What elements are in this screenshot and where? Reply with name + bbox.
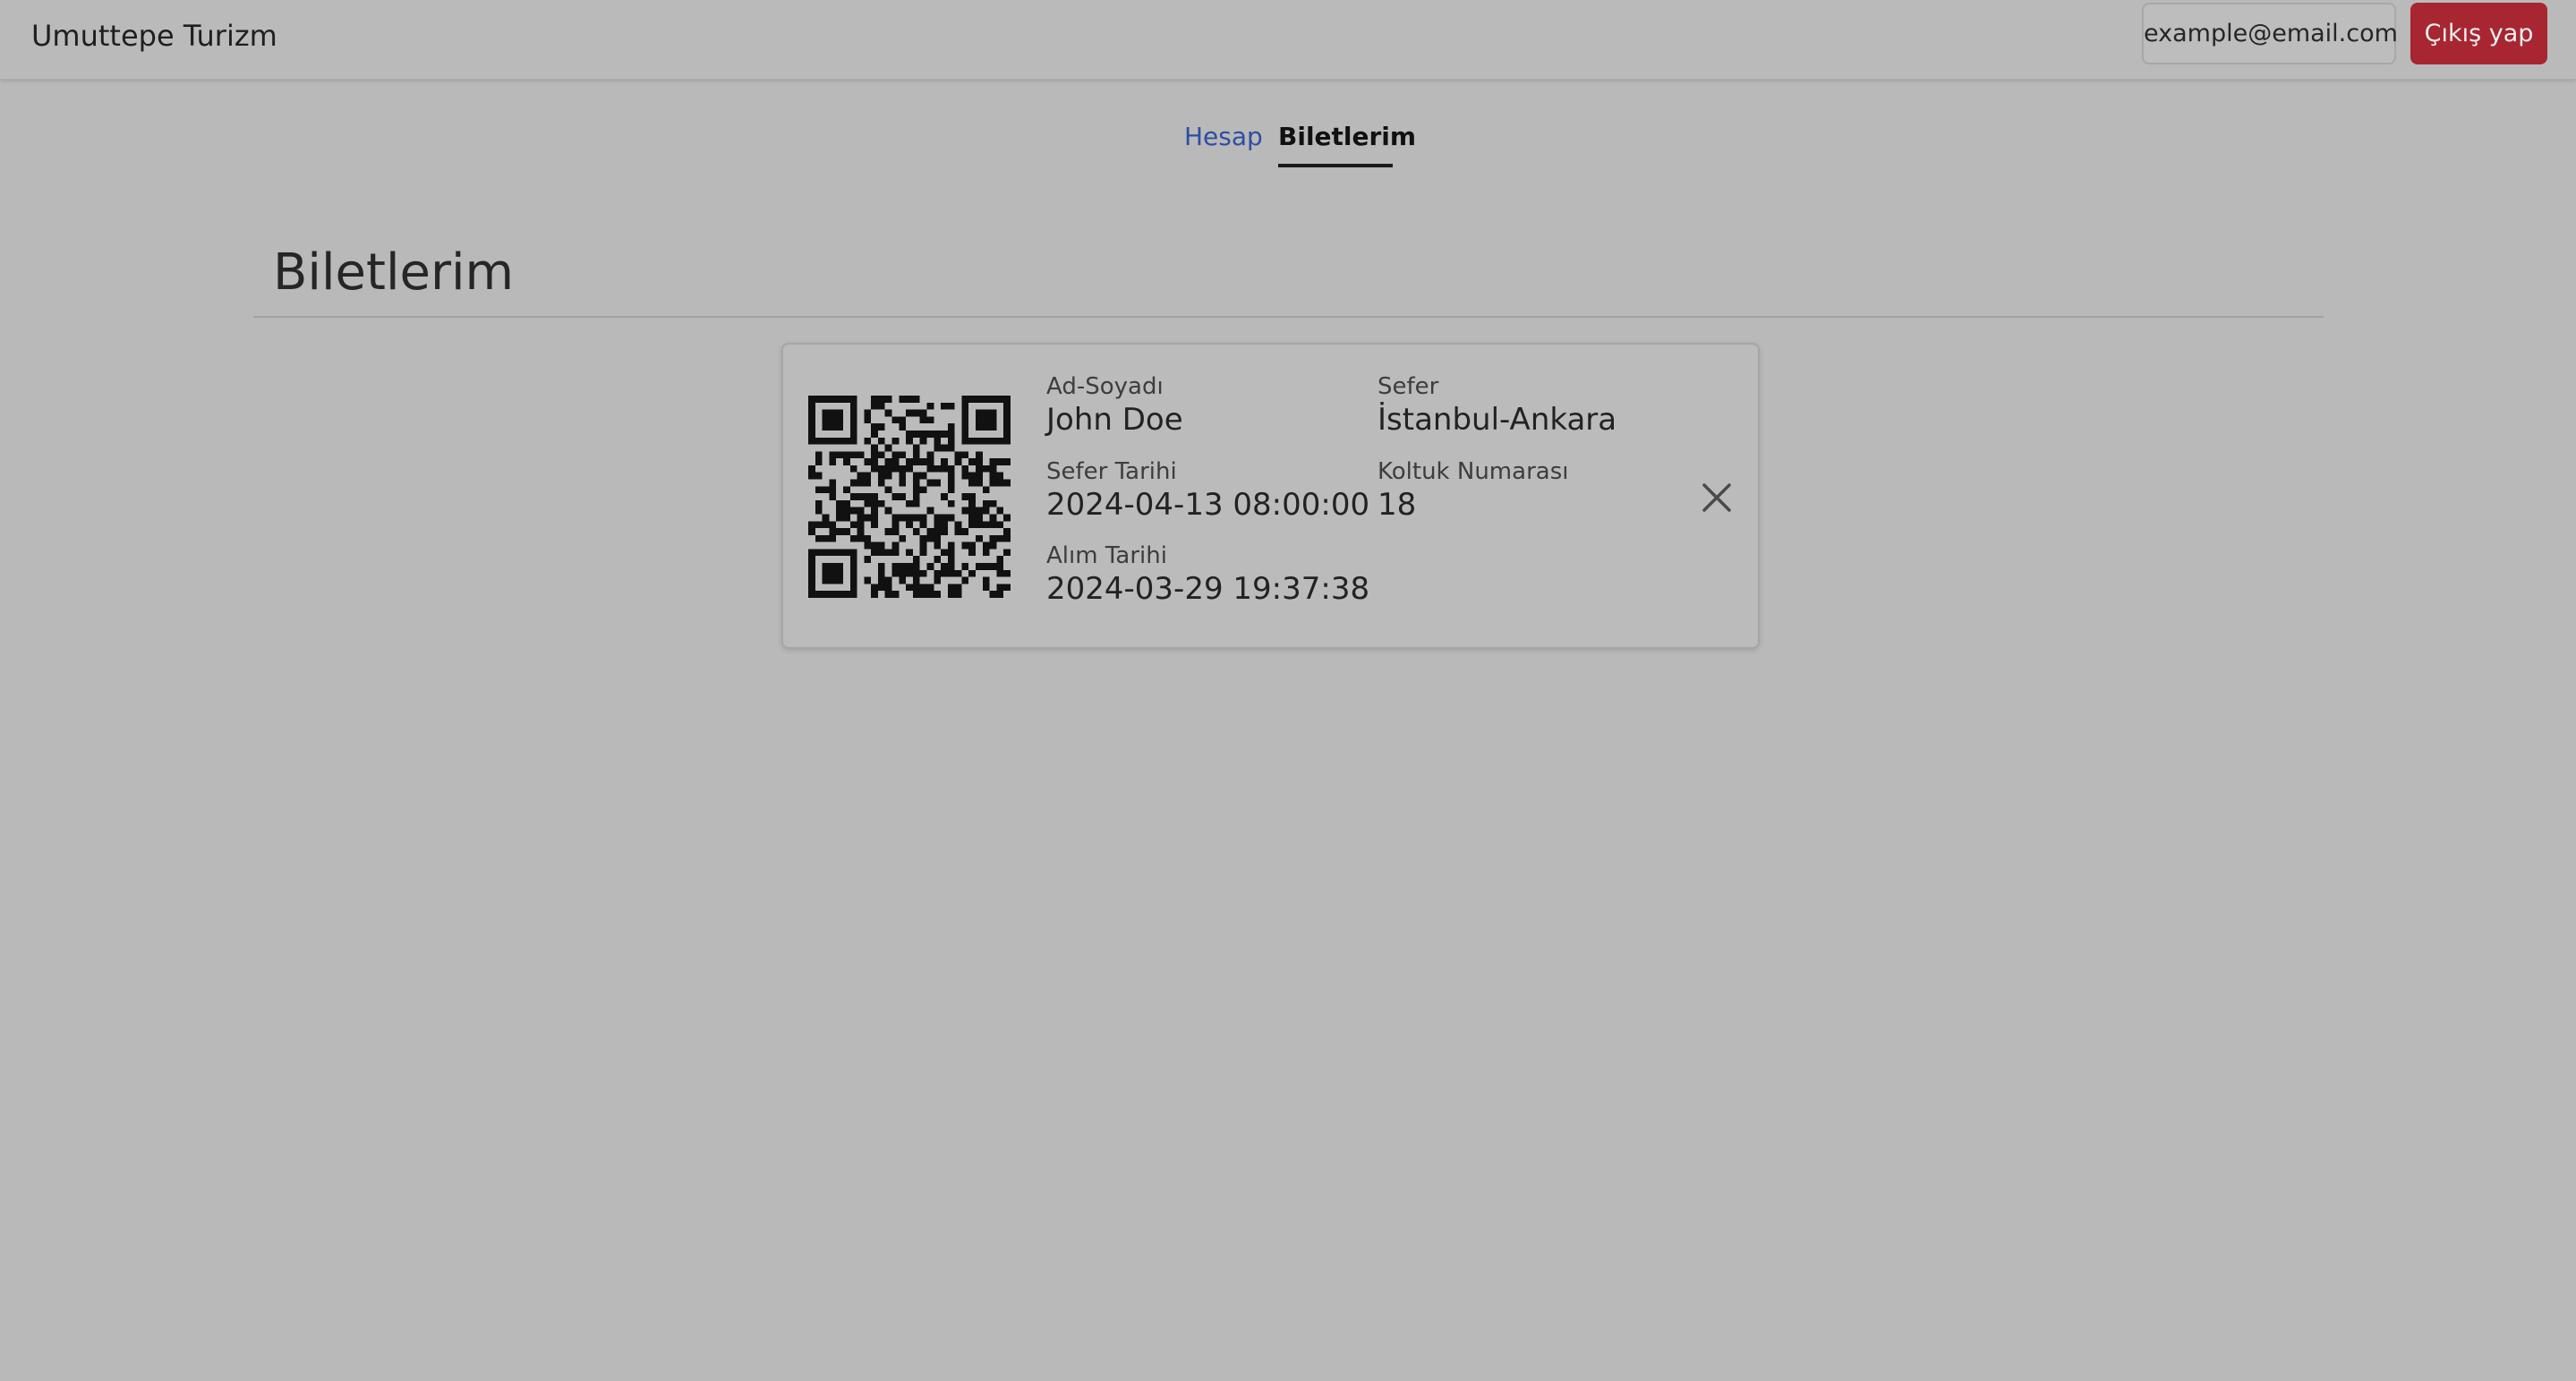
account-tabs: Hesap Biletlerim: [0, 119, 2576, 173]
trip-date-label: Sefer Tarihi: [1046, 458, 1177, 485]
title-divider: [253, 316, 2324, 318]
route-label: Sefer: [1378, 373, 1439, 400]
active-tab-indicator: [1278, 164, 1393, 167]
name-label: Ad-Soyadı: [1046, 373, 1164, 400]
ticket-card: Ad-Soyadı John Doe Sefer İstanbul-Ankara…: [781, 343, 1760, 649]
top-navbar: Umuttepe Turizm example@email.com Çıkış …: [0, 0, 2576, 80]
qr-code-icon: [808, 396, 1011, 598]
user-email-display: example@email.com: [2142, 3, 2398, 64]
tab-biletlerim[interactable]: Biletlerim: [1278, 119, 1416, 155]
purchase-date-label: Alım Tarihi: [1046, 542, 1167, 569]
trip-date-value: 2024-04-13 08:00:00: [1046, 487, 1370, 523]
name-value: John Doe: [1046, 402, 1183, 438]
brand-title[interactable]: Umuttepe Turizm: [31, 18, 277, 54]
purchase-date-value: 2024-03-29 19:37:38: [1046, 571, 1370, 607]
page-title: Biletlerim: [273, 243, 515, 302]
tab-hesap[interactable]: Hesap: [1184, 119, 1263, 155]
close-icon[interactable]: [1699, 480, 1735, 516]
seat-label: Koltuk Numarası: [1378, 458, 1569, 485]
seat-value: 18: [1378, 487, 1417, 523]
route-value: İstanbul-Ankara: [1378, 402, 1617, 438]
logout-button[interactable]: Çıkış yap: [2410, 3, 2547, 64]
